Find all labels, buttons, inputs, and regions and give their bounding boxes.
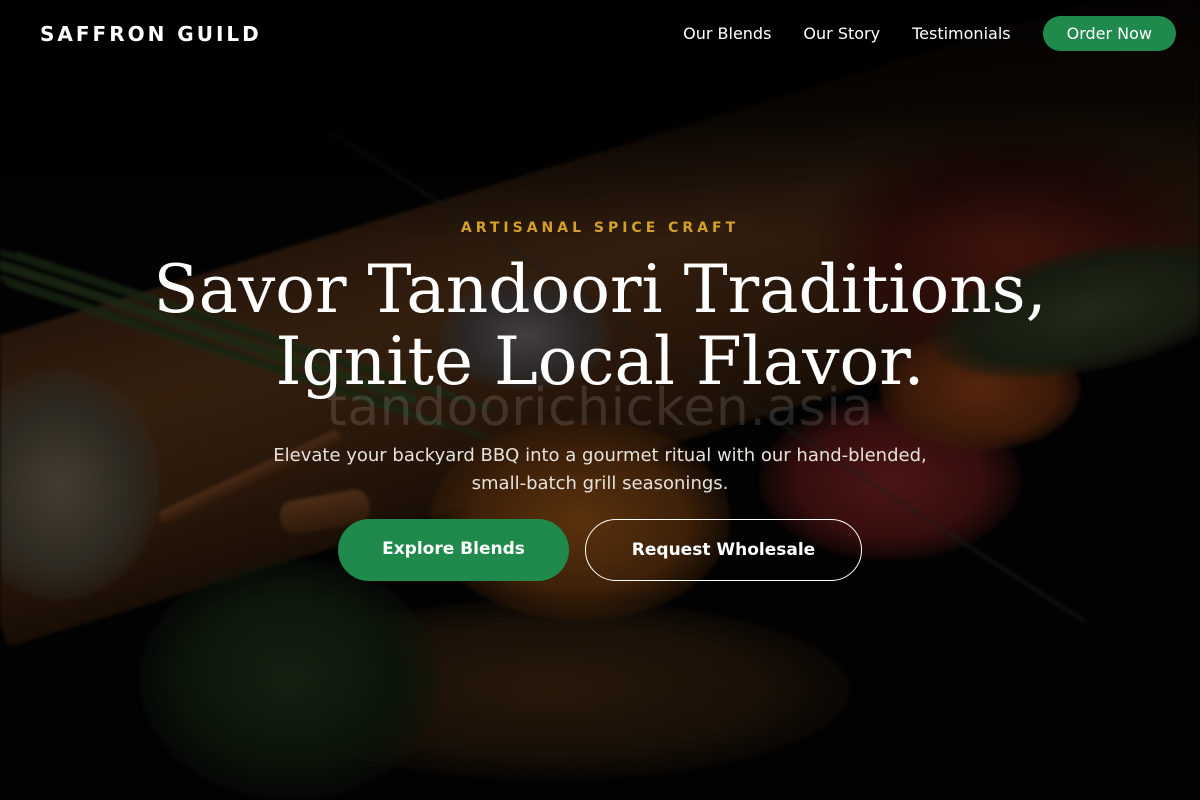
hero-eyebrow: ARTISANAL SPICE CRAFT <box>460 220 740 236</box>
hero-subtext: Elevate your backyard BBQ into a gourmet… <box>273 445 927 494</box>
hero-headline: Savor Tandoori Traditions, Ignite Local … <box>100 254 1100 398</box>
headline-line-1: Savor Tandoori Traditions, <box>153 251 1047 328</box>
hero-cta-row: Explore Blends Request Wholesale <box>0 519 1200 581</box>
hero-section: ARTISANAL SPICE CRAFT Savor Tandoori Tra… <box>0 0 1200 800</box>
explore-blends-button[interactable]: Explore Blends <box>338 519 569 581</box>
request-wholesale-button[interactable]: Request Wholesale <box>585 519 862 581</box>
headline-line-2: Ignite Local Flavor. <box>275 323 925 400</box>
landing-page: tandoorichicken.asia SAFFRON GUILD Our B… <box>0 0 1200 800</box>
